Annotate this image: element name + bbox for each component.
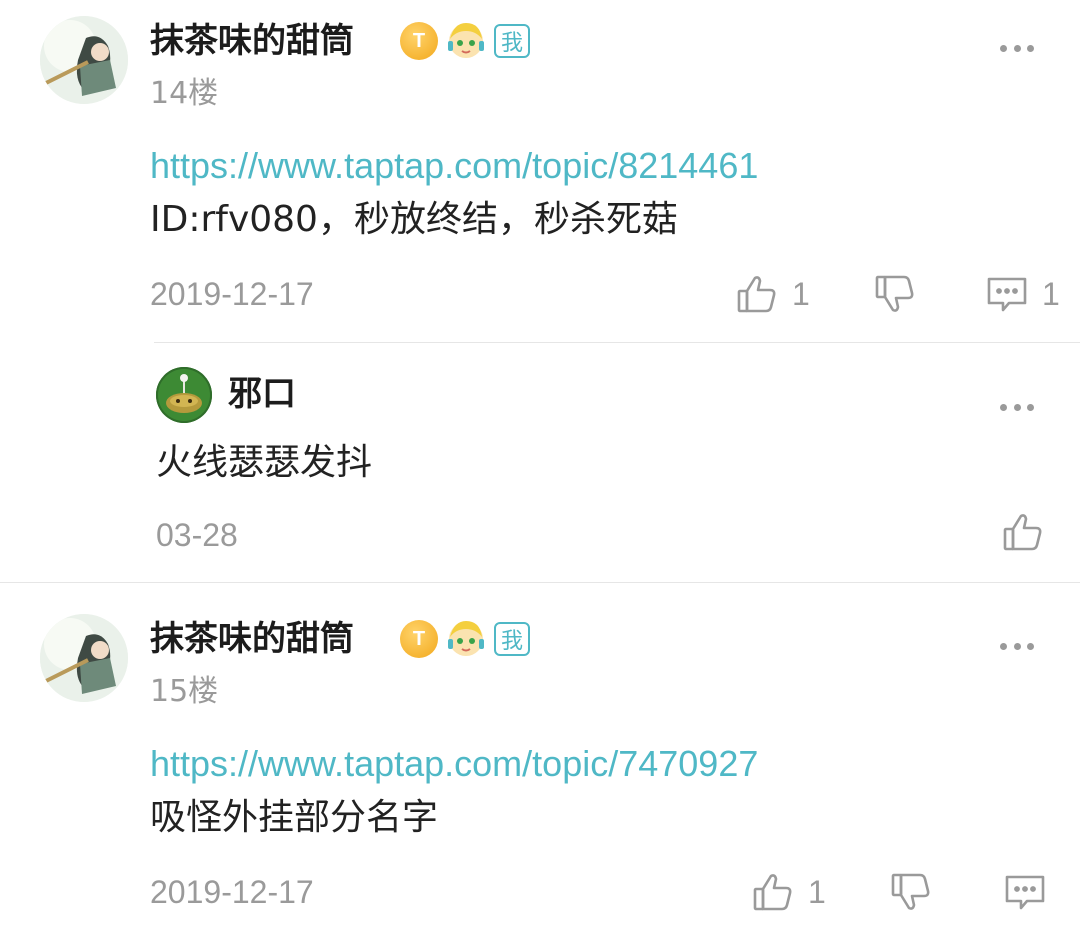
reply-text: 火线瑟瑟发抖 <box>156 442 373 483</box>
me-badge: 我 <box>494 24 530 58</box>
thumbs-up-icon <box>753 874 792 911</box>
floor-number: 14楼 <box>150 76 219 111</box>
like-button[interactable]: 1 <box>752 868 826 916</box>
post-text: 吸怪外挂部分名字 <box>150 797 439 838</box>
dislike-button[interactable] <box>874 270 916 318</box>
level-badge-icon: T <box>400 620 438 658</box>
floor-number: 15楼 <box>150 674 219 709</box>
avatar-badge-icon <box>448 23 484 58</box>
thumbs-up-icon <box>737 276 776 313</box>
user-badges: T 我 <box>400 22 530 60</box>
thumbs-down-icon <box>875 275 914 312</box>
user-badges: T 我 <box>400 620 530 658</box>
avatar[interactable] <box>40 614 128 702</box>
username[interactable]: 抹茶味的甜筒 <box>150 18 354 64</box>
dislike-button[interactable] <box>890 868 932 916</box>
reply-item: 邪口 火线瑟瑟发抖 03-28 <box>0 343 1080 582</box>
comment-button[interactable]: 1 <box>986 270 1060 318</box>
post-floor-14: 抹茶味的甜筒 T 我 14楼 https://www.taptap.com/to… <box>0 0 1080 342</box>
me-badge: 我 <box>494 622 530 656</box>
like-button[interactable]: 1 <box>736 270 810 318</box>
like-count: 1 <box>808 873 826 910</box>
post-date: 2019-12-17 <box>150 874 314 910</box>
comment-icon <box>987 277 1027 312</box>
thumbs-down-icon <box>891 873 930 910</box>
level-badge-icon: T <box>400 22 438 60</box>
avatar[interactable] <box>40 16 128 104</box>
divider <box>0 582 1080 583</box>
comment-icon <box>1005 875 1045 910</box>
post-text: ID:rfv080，秒放终结，秒杀死菇 <box>150 199 678 240</box>
reply-avatar[interactable] <box>156 367 212 423</box>
thumbs-up-icon[interactable] <box>1002 511 1044 553</box>
topic-link[interactable]: https://www.taptap.com/topic/8214461 <box>150 142 758 190</box>
like-count: 1 <box>792 275 810 312</box>
reply-username[interactable]: 邪口 <box>228 371 296 417</box>
username[interactable]: 抹茶味的甜筒 <box>150 616 354 662</box>
more-icon[interactable] <box>1000 638 1034 654</box>
comment-button[interactable] <box>1004 868 1060 916</box>
avatar-badge-icon <box>448 621 484 656</box>
post-floor-15: 抹茶味的甜筒 T 我 15楼 https://www.taptap.com/to… <box>0 598 1080 926</box>
more-icon[interactable] <box>1000 399 1034 415</box>
post-date: 2019-12-17 <box>150 276 314 312</box>
comment-count: 1 <box>1042 275 1060 312</box>
reply-date: 03-28 <box>156 517 238 553</box>
topic-link[interactable]: https://www.taptap.com/topic/7470927 <box>150 740 758 788</box>
more-icon[interactable] <box>1000 40 1034 56</box>
